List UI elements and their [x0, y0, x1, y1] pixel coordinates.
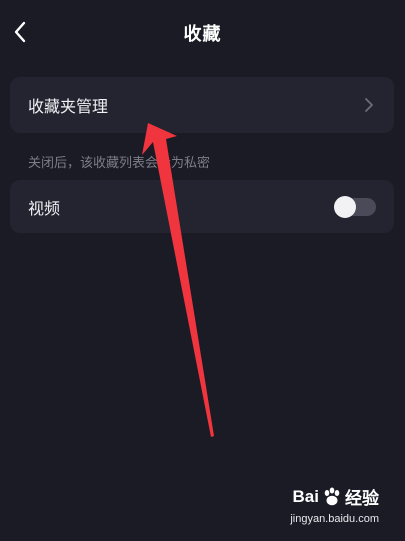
privacy-hint-text: 关闭后，该收藏列表会设为私密 [28, 156, 211, 171]
page-title: 收藏 [183, 24, 222, 45]
watermark-url: jingyan.baidu.com [290, 513, 379, 525]
video-label: 视频 [28, 198, 61, 218]
video-privacy-row: 视频 [10, 180, 394, 233]
paw-icon [324, 487, 340, 505]
baidu-jingyan-watermark: Bai 经验 jingyan.baidu.com [290, 484, 379, 526]
video-toggle-switch[interactable] [334, 195, 376, 218]
folder-management-label: 收藏夹管理 [28, 97, 109, 116]
toggle-knob [334, 195, 356, 218]
watermark-logo-right: 经验 [345, 489, 379, 508]
watermark-logo-left: Bai [292, 486, 319, 506]
header-bar: 收藏 [0, 0, 405, 64]
watermark-logo: Bai 经验 [290, 484, 379, 509]
chevron-right-icon [365, 98, 373, 112]
favorites-folder-management-item[interactable]: 收藏夹管理 [10, 77, 394, 133]
